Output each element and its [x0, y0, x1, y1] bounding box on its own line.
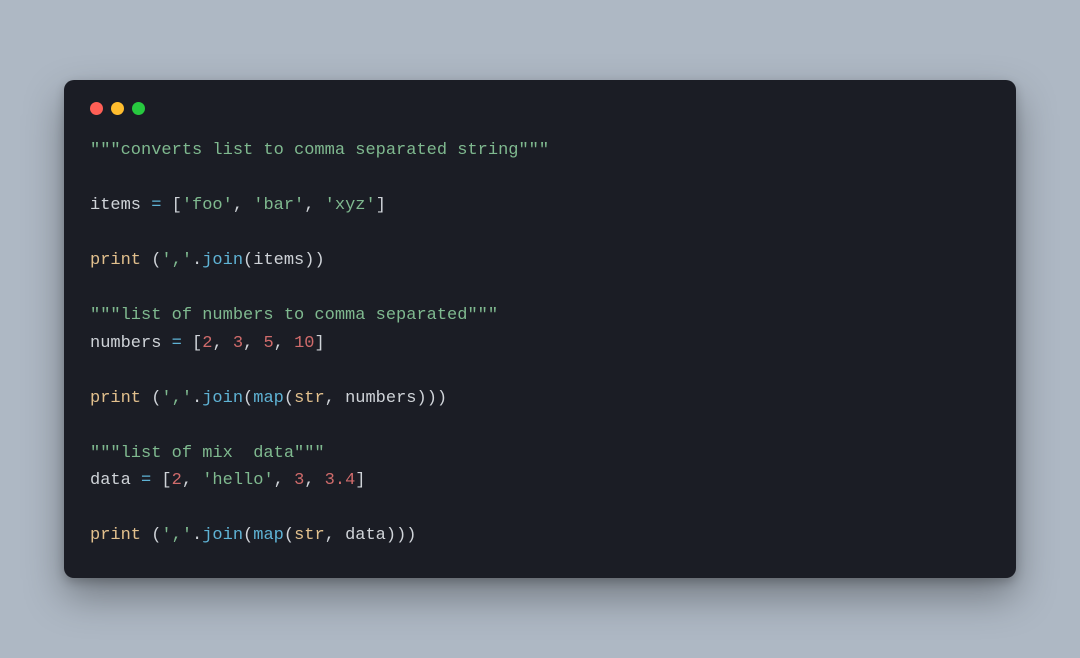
comma: ,: [325, 389, 345, 408]
paren: ): [427, 389, 437, 408]
space: [141, 526, 151, 545]
string: ',': [161, 526, 192, 545]
number: 5: [263, 334, 273, 353]
identifier: items: [90, 196, 141, 215]
paren: (: [243, 389, 253, 408]
paren: (: [151, 251, 161, 270]
builtin-map: map: [253, 389, 284, 408]
dot: .: [192, 251, 202, 270]
paren: ): [396, 526, 406, 545]
paren: ): [437, 389, 447, 408]
comma: ,: [243, 334, 263, 353]
comma: ,: [182, 471, 202, 490]
number: 3: [233, 334, 243, 353]
close-icon[interactable]: [90, 102, 103, 115]
bracket: ]: [376, 196, 386, 215]
identifier: items: [253, 251, 304, 270]
operator: =: [141, 196, 172, 215]
paren: ): [304, 251, 314, 270]
comma: ,: [325, 526, 345, 545]
space: [141, 389, 151, 408]
string: 'xyz': [325, 196, 376, 215]
code-window: """converts list to comma separated stri…: [64, 80, 1016, 578]
builtin-print: print: [90, 251, 141, 270]
method-join: join: [202, 389, 243, 408]
bracket: ]: [355, 471, 365, 490]
bracket: [: [192, 334, 202, 353]
docstring: """list of numbers to comma separated""": [90, 306, 498, 325]
string: ',': [161, 251, 192, 270]
space: [141, 251, 151, 270]
paren: ): [417, 389, 427, 408]
operator: =: [161, 334, 192, 353]
paren: ): [386, 526, 396, 545]
builtin-print: print: [90, 526, 141, 545]
zoom-icon[interactable]: [132, 102, 145, 115]
identifier: numbers: [345, 389, 416, 408]
bracket: ]: [314, 334, 324, 353]
window-titlebar: [90, 102, 990, 137]
paren: (: [151, 389, 161, 408]
operator: =: [131, 471, 162, 490]
method-join: join: [202, 526, 243, 545]
paren: ): [314, 251, 324, 270]
number: 10: [294, 334, 314, 353]
number: 3: [294, 471, 304, 490]
identifier: data: [90, 471, 131, 490]
bracket: [: [161, 471, 171, 490]
number: 2: [202, 334, 212, 353]
number: 2: [172, 471, 182, 490]
identifier: data: [345, 526, 386, 545]
docstring: """converts list to comma separated stri…: [90, 141, 549, 160]
string: 'foo': [182, 196, 233, 215]
comma: ,: [274, 471, 294, 490]
comma: ,: [233, 196, 253, 215]
builtin-map: map: [253, 526, 284, 545]
comma: ,: [212, 334, 232, 353]
method-join: join: [202, 251, 243, 270]
paren: (: [243, 251, 253, 270]
paren: (: [243, 526, 253, 545]
minimize-icon[interactable]: [111, 102, 124, 115]
builtin-print: print: [90, 389, 141, 408]
paren: (: [284, 526, 294, 545]
paren: (: [151, 526, 161, 545]
comma: ,: [304, 196, 324, 215]
string: 'bar': [253, 196, 304, 215]
docstring: """list of mix data""": [90, 444, 325, 463]
builtin-str: str: [294, 526, 325, 545]
number: 3.4: [325, 471, 356, 490]
code-block: """converts list to comma separated stri…: [90, 137, 990, 550]
comma: ,: [304, 471, 324, 490]
dot: .: [192, 526, 202, 545]
bracket: [: [172, 196, 182, 215]
string: 'hello': [202, 471, 273, 490]
comma: ,: [274, 334, 294, 353]
paren: (: [284, 389, 294, 408]
dot: .: [192, 389, 202, 408]
identifier: numbers: [90, 334, 161, 353]
builtin-str: str: [294, 389, 325, 408]
paren: ): [406, 526, 416, 545]
string: ',': [161, 389, 192, 408]
